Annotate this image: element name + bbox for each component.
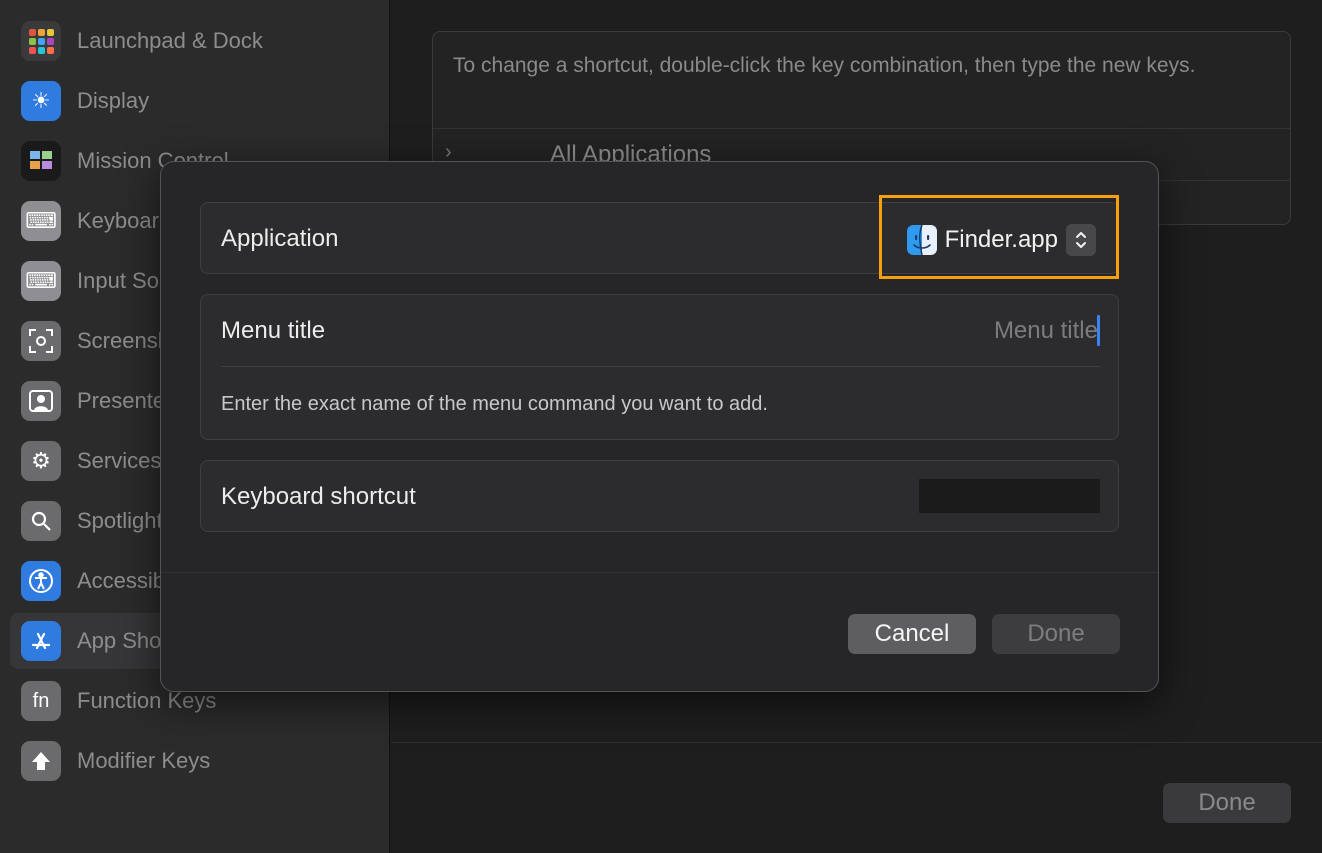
fn-icon: fn bbox=[21, 681, 61, 721]
application-row: Application Finder.app bbox=[200, 202, 1119, 274]
up-arrow-icon bbox=[21, 741, 61, 781]
menu-title-row: Menu title Enter the exact name of the m… bbox=[200, 294, 1119, 440]
finder-icon bbox=[906, 225, 937, 255]
launchpad-icon bbox=[21, 21, 61, 61]
sidebar-item-label: Services bbox=[77, 448, 162, 473]
done-button[interactable]: Done bbox=[1163, 783, 1291, 823]
gears-icon: ⚙ bbox=[21, 441, 61, 481]
divider bbox=[391, 742, 1322, 743]
application-popup[interactable]: Finder.app bbox=[906, 223, 1096, 257]
person-icon bbox=[21, 381, 61, 421]
sidebar-item-launchpad-dock[interactable]: Launchpad & Dock bbox=[10, 13, 380, 69]
keyboard-shortcut-label: Keyboard shortcut bbox=[221, 483, 416, 510]
menu-title-help-text: Enter the exact name of the menu command… bbox=[221, 393, 768, 415]
divider bbox=[221, 366, 1100, 367]
accessibility-icon bbox=[21, 561, 61, 601]
menu-title-label: Menu title bbox=[221, 317, 326, 344]
text-cursor bbox=[1097, 315, 1100, 346]
add-shortcut-sheet: Application Finder.app Menu title Menu t… bbox=[160, 161, 1159, 692]
mission-control-icon bbox=[21, 141, 61, 181]
chevron-up-down-icon[interactable] bbox=[1066, 224, 1096, 256]
keyboard-shortcut-field[interactable] bbox=[919, 479, 1100, 513]
keyboard-icon: ⌨ bbox=[21, 261, 61, 301]
sidebar-item-modifier-keys[interactable]: Modifier Keys bbox=[10, 733, 380, 789]
application-value: Finder.app bbox=[944, 226, 1058, 253]
keyboard-icon: ⌨ bbox=[21, 201, 61, 241]
keyboard-shortcut-row: Keyboard shortcut bbox=[200, 460, 1119, 532]
sidebar-item-label: Modifier Keys bbox=[77, 748, 211, 773]
info-text: To change a shortcut, double-click the k… bbox=[453, 54, 1196, 77]
sun-icon: ☀ bbox=[21, 81, 61, 121]
application-label: Application bbox=[221, 225, 339, 252]
menu-title-input[interactable] bbox=[680, 313, 1100, 349]
done-button[interactable]: Done bbox=[992, 614, 1120, 654]
sidebar-item-label: Spotlight bbox=[77, 508, 163, 533]
app-store-icon bbox=[21, 621, 61, 661]
cancel-button[interactable]: Cancel bbox=[848, 614, 976, 654]
magnifier-icon bbox=[21, 501, 61, 541]
sidebar-item-display[interactable]: ☀ Display bbox=[10, 73, 380, 129]
sidebar-item-label: Launchpad & Dock bbox=[77, 28, 263, 53]
sidebar-item-label: Display bbox=[77, 88, 150, 113]
screenshot-icon bbox=[21, 321, 61, 361]
sidebar-item-label: Keyboard bbox=[77, 208, 172, 233]
divider bbox=[161, 572, 1158, 573]
